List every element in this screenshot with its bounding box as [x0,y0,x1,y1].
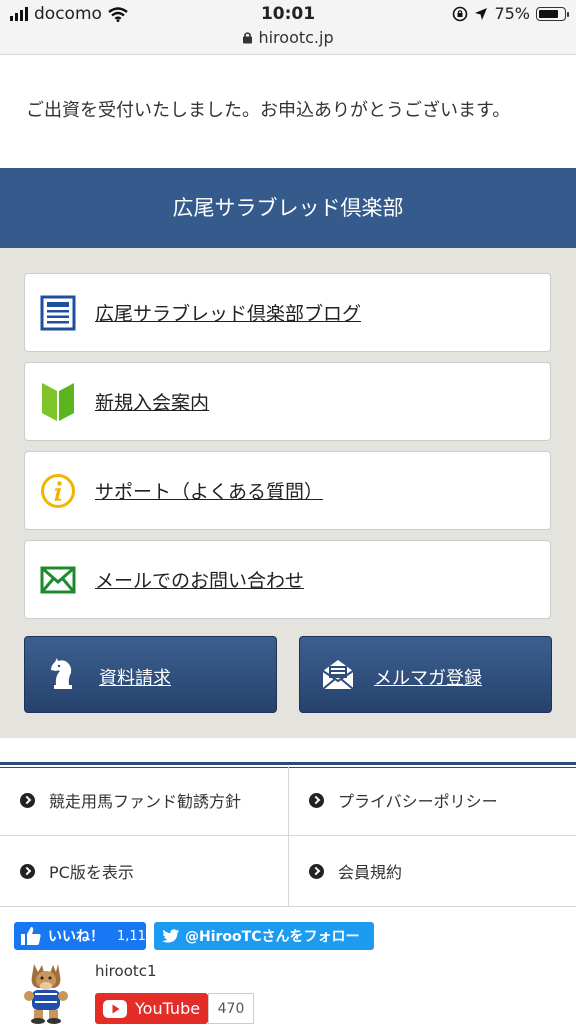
mail-icon [39,561,77,599]
divider [0,906,576,907]
footer-link-pc-version[interactable]: PC版を表示 [20,836,288,906]
newsletter-signup-button[interactable]: メルマガ登録 [299,636,552,713]
twitter-bird-icon [162,928,180,943]
beginner-mark-icon [39,382,77,421]
chevron-right-icon [309,863,324,879]
footer-link-label[interactable]: PC版を表示 [49,859,134,883]
chevron-right-icon [20,863,35,879]
footer-link-label[interactable]: 競走用馬ファンド勧誘方針 [49,788,241,812]
divider [288,766,289,906]
thumbs-up-icon [21,927,41,945]
youtube-play-icon [103,999,127,1018]
knight-chess-icon [51,658,72,689]
menu-item-mail-contact[interactable]: メールでのお問い合わせ [24,540,551,619]
footer-link-label[interactable]: 会員規約 [338,859,402,883]
newsletter-envelope-icon [322,660,354,690]
menu-item-new-member[interactable]: 新規入会案内 [24,362,551,441]
lock-icon [243,32,253,44]
chevron-right-icon [309,792,324,808]
button-label[interactable]: 資料請求 [99,664,171,690]
menu-item-label[interactable]: メールでのお問い合わせ [95,566,304,593]
menu-item-blog[interactable]: 広尾サラブレッド倶楽部ブログ [24,273,551,352]
footer-link-privacy-policy[interactable]: プライバシーポリシー [309,765,576,835]
status-right: 75% [452,4,569,23]
footer-link-member-terms[interactable]: 会員規約 [309,836,576,906]
chevron-right-icon [20,792,35,808]
button-label[interactable]: メルマガ登録 [374,664,482,690]
menu-item-label[interactable]: 広尾サラブレッド倶楽部ブログ [95,299,361,326]
youtube-subscribe-button[interactable]: YouTube [95,993,208,1024]
confirmation-message: ご出資を受付いたしました。お申込ありがとうございます。 [26,100,511,121]
orientation-lock-icon [453,6,468,21]
location-icon [475,7,488,20]
request-materials-button[interactable]: 資料請求 [24,636,277,713]
info-icon [39,472,77,510]
club-banner: 広尾サラブレッド倶楽部 [0,168,576,248]
youtube-subscriber-count: 470 [208,993,254,1024]
menu-item-support[interactable]: サポート（よくある質問） [24,451,551,530]
twitter-follow-button[interactable]: @HirooTCさんをフォロー [154,922,374,950]
horse-mascot-icon [24,964,68,1024]
document-icon [39,294,77,332]
facebook-like-button[interactable]: いいね！ 1,11 [14,922,146,950]
status-bar: docomo 10:01 hirootc.jp 75% [0,0,576,55]
url-text: hirootc.jp [258,28,334,47]
footer-link-solicitation-policy[interactable]: 競走用馬ファンド勧誘方針 [20,765,288,835]
menu-item-label[interactable]: サポート（よくある質問） [95,477,323,504]
battery-percent: 75% [494,4,530,23]
facebook-like-count: 1,11 [117,928,146,944]
youtube-label: YouTube [135,999,201,1018]
battery-icon [536,6,569,21]
footer-link-label[interactable]: プライバシーポリシー [338,788,498,812]
channel-avatar [20,962,72,1024]
facebook-like-label: いいね！ [48,929,104,945]
menu-item-label[interactable]: 新規入会案内 [95,388,209,415]
twitter-follow-label: @HirooTCさんをフォロー [185,929,360,945]
url-bar[interactable]: hirootc.jp [0,28,576,47]
youtube-channel-name: hirootc1 [95,962,157,980]
